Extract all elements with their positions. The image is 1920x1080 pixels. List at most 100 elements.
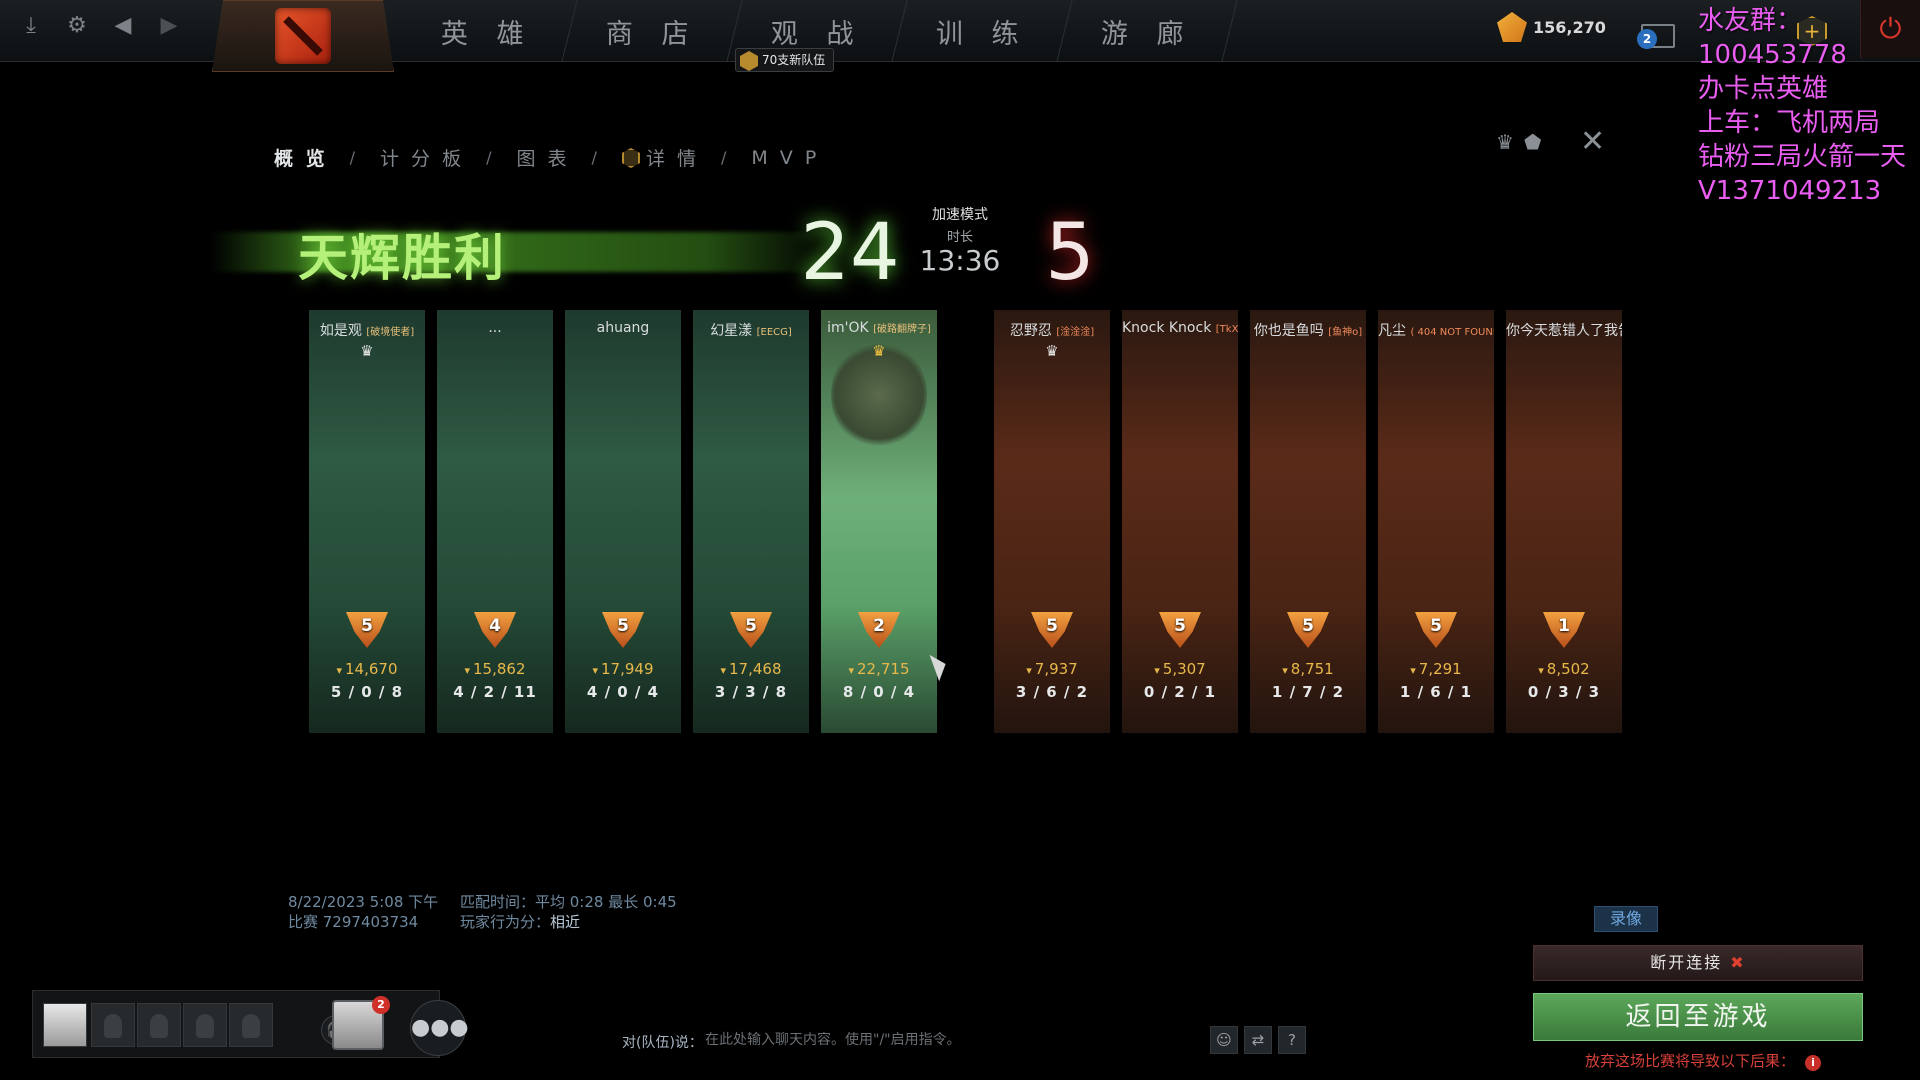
friends-notification-badge: 2 bbox=[372, 996, 390, 1014]
player-card[interactable]: ahuang 5 17,949 4 / 0 / 4 bbox=[565, 310, 681, 733]
hero-level-badge: 1 bbox=[1543, 612, 1585, 648]
chat-filter-icon[interactable]: ⇄ bbox=[1244, 1026, 1272, 1054]
team-hex-icon bbox=[740, 51, 758, 71]
player-card[interactable]: 忍野忍 [淦淦淦] ♛ 5 7,937 3 / 6 / 2 bbox=[994, 310, 1110, 733]
promo-line: 钻粉三局火箭一天 bbox=[1698, 142, 1907, 172]
close-icon[interactable]: ✕ bbox=[1580, 124, 1605, 159]
shard-icon bbox=[1497, 12, 1527, 42]
crown-icon[interactable]: ♛ bbox=[1496, 130, 1514, 154]
dota-logo-button[interactable] bbox=[212, 0, 394, 72]
hero-level-badge: 5 bbox=[1031, 612, 1073, 648]
stream-promo-overlay: 水友群： 100453778 办卡点英雄 上车：飞机两局 钻粉三局火箭一天 V1… bbox=[1698, 4, 1920, 208]
shards-balance[interactable]: 156,270 bbox=[1497, 12, 1606, 42]
kda-stat: 4 / 0 / 4 bbox=[586, 683, 660, 701]
net-worth: 17,468 bbox=[693, 660, 809, 678]
hero-level-badge: 5 bbox=[346, 612, 388, 648]
postgame-tabs: 概 览 / 计 分 板 / 图 表 / 详 情 / M V P bbox=[262, 144, 831, 171]
person-icon bbox=[196, 1014, 214, 1038]
chat-input[interactable] bbox=[705, 1024, 1205, 1056]
party-slot-empty[interactable] bbox=[91, 1003, 135, 1047]
kda-stat: 3 / 3 / 8 bbox=[714, 683, 788, 701]
replay-button[interactable]: 录像 bbox=[1594, 906, 1658, 932]
tab-details[interactable]: 详 情 bbox=[610, 144, 711, 171]
hero-level-badge: 5 bbox=[602, 612, 644, 648]
promo-line: 上车：飞机两局 bbox=[1698, 108, 1881, 138]
nav-arcade[interactable]: 游 廊 bbox=[1057, 0, 1238, 62]
player-card[interactable]: 你今天惹错人了我告诉 1 8,502 0 / 3 / 3 bbox=[1506, 310, 1622, 733]
person-icon bbox=[242, 1014, 260, 1038]
player-name: 你今天惹错人了我告诉 bbox=[1506, 323, 1622, 339]
kda-stat: 1 / 6 / 1 bbox=[1399, 683, 1473, 701]
tab-mvp[interactable]: M V P bbox=[739, 147, 831, 169]
player-card[interactable]: 凡尘 ( 404 NOT FOUND ) 5 7,291 1 / 6 / 1 bbox=[1378, 310, 1494, 733]
hero-level-badge: 2 bbox=[858, 612, 900, 648]
collapse-icon[interactable]: ⤓ bbox=[18, 12, 44, 38]
crown-icon: ♛ bbox=[1045, 342, 1059, 360]
net-worth: 22,715 bbox=[821, 660, 937, 678]
promo-line: 水友群： bbox=[1698, 6, 1803, 36]
net-worth: 7,937 bbox=[994, 660, 1110, 678]
tab-separator: / bbox=[486, 148, 495, 167]
promo-line: V1371049213 bbox=[1698, 176, 1882, 206]
tab-separator: / bbox=[591, 148, 600, 167]
nav-learn[interactable]: 训 练 bbox=[892, 0, 1073, 62]
net-worth: 8,502 bbox=[1506, 660, 1622, 678]
emoticon-icon[interactable]: ☺ bbox=[1210, 1026, 1238, 1054]
player-card[interactable]: 幻星漾 [EECG] 5 17,468 3 / 3 / 8 bbox=[693, 310, 809, 733]
duration-label: 时长 bbox=[946, 230, 973, 245]
promo-line: 办卡点英雄 bbox=[1698, 74, 1829, 104]
dota-logo-icon bbox=[275, 8, 331, 64]
nav-heroes[interactable]: 英 雄 bbox=[397, 0, 578, 62]
disconnect-button[interactable]: 断开连接 ✖ bbox=[1533, 945, 1863, 981]
net-worth: 8,751 bbox=[1250, 660, 1366, 678]
dire-score: 5 bbox=[1045, 208, 1095, 298]
player-guild-tag: [鱼神o] bbox=[1328, 327, 1363, 338]
mail-count-badge: 2 bbox=[1637, 29, 1657, 49]
kda-stat: 8 / 0 / 4 bbox=[842, 683, 916, 701]
gear-icon[interactable]: ⚙ bbox=[64, 12, 90, 38]
kda-stat: 0 / 3 / 3 bbox=[1527, 683, 1601, 701]
player-name: Knock Knock [TkX] bbox=[1122, 320, 1238, 336]
player-name: im'OK [破路翻牌子] bbox=[827, 320, 931, 336]
player-card[interactable]: 你也是鱼吗 [鱼神o] 5 8,751 1 / 7 / 2 bbox=[1250, 310, 1366, 733]
bookmark-icon[interactable]: ⬟ bbox=[1524, 130, 1541, 154]
party-slot-self-avatar[interactable] bbox=[43, 1003, 87, 1047]
player-card[interactable]: im'OK [破路翻牌子] ♛ 2 22,715 8 / 0 / 4 bbox=[821, 310, 937, 733]
match-id[interactable]: 比赛 7297403734 bbox=[288, 912, 438, 932]
kda-stat: 5 / 0 / 8 bbox=[330, 683, 404, 701]
net-worth: 5,307 bbox=[1122, 660, 1238, 678]
person-icon bbox=[150, 1014, 168, 1038]
tab-scoreboard[interactable]: 计 分 板 bbox=[368, 144, 476, 171]
player-card[interactable]: Knock Knock [TkX] 5 5,307 0 / 2 / 1 bbox=[1122, 310, 1238, 733]
player-name: 幻星漾 [EECG] bbox=[710, 323, 792, 339]
team-badge[interactable]: 70支新队伍 bbox=[735, 48, 835, 72]
postgame-icons: ♛ ⬟ bbox=[1496, 130, 1541, 154]
return-to-game-button[interactable]: 返回至游戏 bbox=[1533, 993, 1863, 1041]
net-worth: 15,862 bbox=[437, 660, 553, 678]
hero-level-badge: 4 bbox=[474, 612, 516, 648]
hero-level-badge: 5 bbox=[1287, 612, 1329, 648]
player-name: 凡尘 ( 404 NOT FOUND ) bbox=[1378, 320, 1494, 340]
nav-store[interactable]: 商 店 bbox=[562, 0, 743, 62]
tab-overview[interactable]: 概 览 bbox=[262, 144, 340, 171]
net-worth: 17,949 bbox=[565, 660, 681, 678]
info-icon[interactable]: i bbox=[1805, 1055, 1822, 1071]
hero-level-badge: 5 bbox=[1415, 612, 1457, 648]
player-card[interactable]: 如是观 [破境使者] ♛ 5 14,670 5 / 0 / 8 bbox=[309, 310, 425, 733]
chat-channel-label[interactable]: 对(队伍)说： bbox=[622, 1032, 703, 1052]
party-slot-empty[interactable] bbox=[137, 1003, 181, 1047]
forward-arrow-icon[interactable]: ▶ bbox=[156, 12, 182, 38]
match-date: 8/22/2023 5:08 下午 bbox=[288, 893, 439, 911]
player-card[interactable]: ... 4 15,862 4 / 2 / 11 bbox=[437, 310, 553, 733]
chat-wheel-icon[interactable]: ●●● bbox=[410, 1000, 469, 1056]
abandon-warning: 放弃这场比赛将导致以下后果： i bbox=[1585, 1050, 1822, 1071]
back-arrow-icon[interactable]: ◀ bbox=[110, 12, 136, 38]
tab-graphs[interactable]: 图 表 bbox=[505, 144, 582, 171]
help-icon[interactable]: ? bbox=[1278, 1026, 1306, 1054]
party-slot-empty[interactable] bbox=[229, 1003, 273, 1047]
party-slot-empty[interactable] bbox=[183, 1003, 227, 1047]
kda-stat: 3 / 6 / 2 bbox=[1015, 683, 1089, 701]
player-guild-tag: [破路翻牌子] bbox=[873, 324, 931, 335]
player-name: 如是观 [破境使者] bbox=[319, 323, 415, 339]
net-worth: 7,291 bbox=[1378, 660, 1494, 678]
